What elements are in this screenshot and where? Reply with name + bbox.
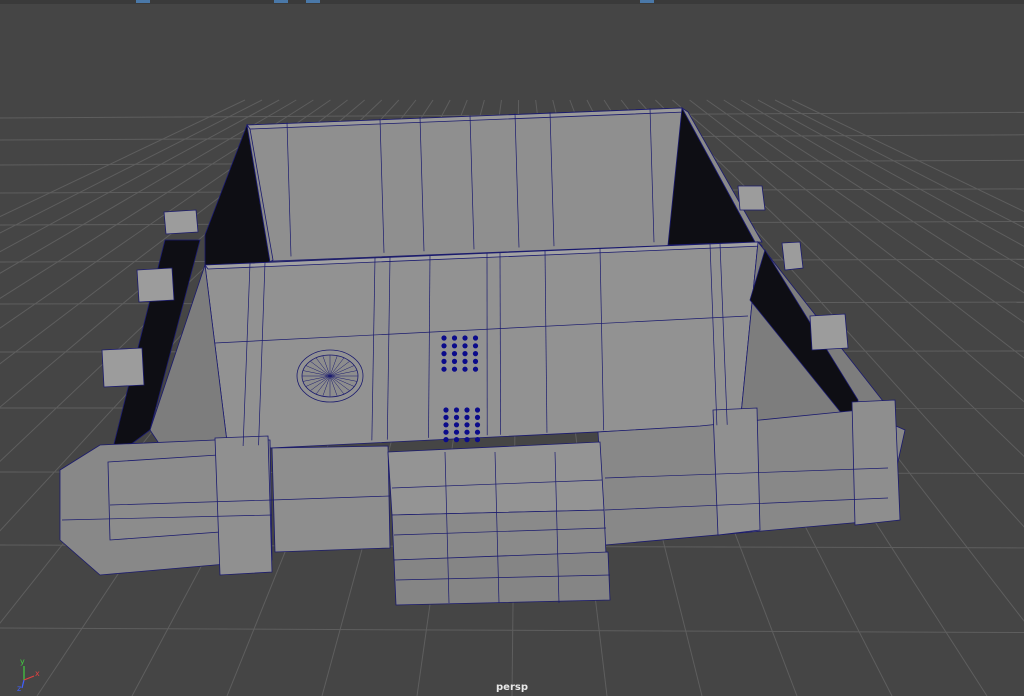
selected-vertex bbox=[464, 429, 470, 435]
left-merlon bbox=[101, 347, 145, 388]
selected-vertex bbox=[474, 437, 481, 443]
selected-vertex bbox=[451, 343, 458, 349]
front-wall bbox=[204, 241, 759, 451]
selected-vertex bbox=[451, 351, 458, 357]
selected-vertex bbox=[441, 351, 447, 357]
selected-vertex bbox=[443, 414, 449, 420]
back-wall bbox=[246, 107, 683, 263]
selected-vertex bbox=[443, 422, 449, 428]
selected-vertex bbox=[472, 343, 479, 349]
selected-vertex bbox=[474, 429, 481, 435]
stair-step bbox=[391, 509, 607, 561]
selected-vertex bbox=[464, 414, 470, 420]
left-front-step bbox=[271, 445, 391, 553]
selected-vertex bbox=[464, 422, 470, 428]
selected-vertex bbox=[472, 335, 479, 341]
right-merlon bbox=[809, 313, 849, 351]
left-merlon bbox=[136, 267, 175, 303]
selected-vertex bbox=[451, 366, 458, 372]
selected-vertex bbox=[462, 366, 468, 372]
left-front-block bbox=[107, 454, 221, 541]
right-wall-inner bbox=[667, 106, 756, 246]
selected-vertex bbox=[441, 343, 447, 349]
selected-vertex bbox=[453, 422, 460, 428]
selected-vertex bbox=[462, 351, 468, 357]
selected-vertex bbox=[443, 429, 449, 435]
right-corner-tower bbox=[851, 399, 901, 526]
window-spokes bbox=[302, 355, 358, 397]
selected-vertex bbox=[453, 407, 460, 413]
y-axis-label: y bbox=[20, 657, 25, 666]
right-merlon bbox=[781, 241, 804, 271]
right-tower bbox=[712, 407, 761, 536]
stair-step bbox=[393, 551, 611, 606]
selected-vertex bbox=[462, 358, 468, 364]
left-tower bbox=[214, 435, 273, 576]
selected-vertex bbox=[453, 414, 460, 420]
selected-vertex bbox=[453, 437, 460, 443]
selected-vertex bbox=[472, 351, 479, 357]
selected-vertex bbox=[453, 429, 460, 435]
left-merlon bbox=[163, 209, 199, 235]
selected-vertex bbox=[472, 366, 479, 372]
selected-vertex bbox=[474, 422, 481, 428]
castle-mesh[interactable] bbox=[59, 106, 906, 606]
selected-vertex bbox=[451, 358, 458, 364]
selected-vertex bbox=[462, 335, 468, 341]
camera-name-label: persp bbox=[496, 682, 528, 693]
selected-vertex bbox=[464, 407, 470, 413]
selected-vertex bbox=[451, 335, 458, 341]
x-axis-label: x bbox=[35, 669, 40, 678]
right-merlon bbox=[737, 185, 766, 211]
grid-line bbox=[0, 627, 1024, 634]
selected-vertex bbox=[474, 407, 481, 413]
selected-vertex bbox=[441, 366, 447, 372]
selected-vertex bbox=[464, 437, 470, 443]
x-axis-line bbox=[23, 675, 35, 681]
scene-canvas[interactable] bbox=[0, 0, 1024, 696]
selected-vertex bbox=[474, 414, 481, 420]
selected-vertex bbox=[441, 358, 447, 364]
selected-vertex bbox=[472, 358, 479, 364]
perspective-viewport[interactable]: y x z persp bbox=[0, 0, 1024, 696]
selected-vertex bbox=[462, 343, 468, 349]
selected-vertex bbox=[443, 437, 449, 443]
selected-vertex bbox=[443, 407, 449, 413]
selected-vertex bbox=[441, 335, 447, 341]
